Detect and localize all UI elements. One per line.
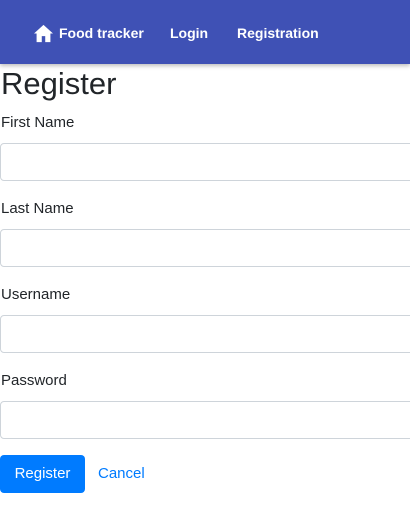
- password-label: Password: [1, 372, 67, 389]
- home-icon: [34, 24, 53, 42]
- page-title: Register: [1, 66, 117, 101]
- brand-label: Food tracker: [59, 25, 144, 41]
- username-label: Username: [1, 286, 71, 303]
- nav-link-registration[interactable]: Registration: [237, 24, 319, 42]
- last-name-input[interactable]: [0, 229, 410, 267]
- cancel-link[interactable]: Cancel: [98, 465, 145, 483]
- brand-link[interactable]: Food tracker: [33, 22, 144, 44]
- username-input[interactable]: [0, 315, 410, 353]
- top-navbar: Food tracker Login Registration: [0, 0, 410, 64]
- first-name-input[interactable]: [0, 143, 410, 181]
- nav-link-login[interactable]: Login: [170, 24, 208, 42]
- last-name-label: Last Name: [1, 200, 74, 217]
- first-name-label: First Name: [1, 114, 75, 131]
- password-input[interactable]: [0, 401, 410, 439]
- register-button[interactable]: Register: [0, 455, 85, 493]
